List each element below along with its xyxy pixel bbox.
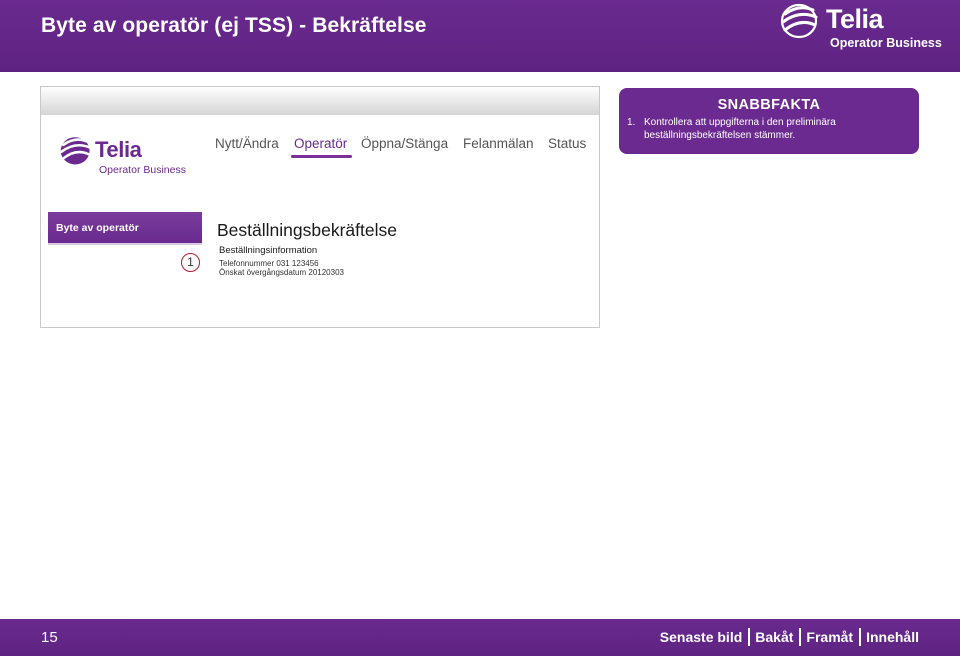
screenshot-top-strip: [41, 87, 599, 115]
portal-screenshot: Telia Operator Business Nytt/Ändra Opera…: [40, 86, 600, 328]
page-number: 15: [41, 629, 58, 646]
nav-item-status[interactable]: Status: [548, 136, 586, 151]
section-title: Beställningsinformation: [219, 245, 318, 256]
portal-logo-name: Telia: [95, 137, 142, 162]
footer-divider: [799, 628, 802, 646]
footer-divider: [859, 628, 862, 646]
nav-item-oppna-stanga[interactable]: Öppna/Stänga: [361, 136, 448, 151]
footer-divider: [748, 628, 751, 646]
left-menu-label: Byte av operatör: [56, 222, 139, 234]
brand-name: Telia: [826, 4, 884, 34]
nav-item-operator[interactable]: Operatör: [294, 136, 347, 151]
telia-logo-icon: [780, 3, 818, 39]
quick-facts-item-number: 1.: [627, 117, 636, 128]
portal-logo: Telia Operator Business: [59, 133, 199, 179]
footer-navigation: Senaste bild Bakåt Framåt Innehåll: [660, 627, 919, 647]
nav-active-indicator: [291, 155, 352, 158]
footer-link-senaste-bild[interactable]: Senaste bild: [660, 627, 742, 647]
footer-link-bakat[interactable]: Bakåt: [755, 627, 793, 647]
page-title: Byte av operatör (ej TSS) - Bekräftelse: [41, 14, 427, 37]
header-bar: Byte av operatör (ej TSS) - Bekräftelse …: [0, 0, 960, 72]
info-line-phone: Telefonnummer 031 123456: [219, 259, 319, 268]
quick-facts-box: SNABBFAKTA 1. Kontrollera att uppgiftern…: [619, 88, 919, 154]
nav-item-nytt-andra[interactable]: Nytt/Ändra: [215, 136, 279, 151]
step-marker-badge: 1: [181, 253, 200, 272]
info-line-date: Önskat övergångsdatum 20120303: [219, 268, 344, 277]
quick-facts-item-text: Kontrollera att uppgifterna i den prelim…: [644, 117, 836, 141]
footer-link-innehall[interactable]: Innehåll: [866, 627, 919, 647]
content-title: Beställningsbekräftelse: [217, 220, 397, 240]
brand-subtitle: Operator Business: [830, 36, 942, 50]
footer-bar: 15 Senaste bild Bakåt Framåt Innehåll: [0, 619, 960, 656]
portal-logo-subtitle: Operator Business: [99, 164, 186, 176]
header-brand-logo: Telia Operator Business: [778, 0, 948, 60]
quick-facts-title: SNABBFAKTA: [717, 97, 821, 113]
left-menu-item-byte-av-operator[interactable]: Byte av operatör: [48, 212, 202, 245]
telia-logo-icon: [60, 137, 91, 165]
nav-item-felanmalan[interactable]: Felanmälan: [463, 136, 534, 151]
footer-link-framat[interactable]: Framåt: [806, 627, 853, 647]
